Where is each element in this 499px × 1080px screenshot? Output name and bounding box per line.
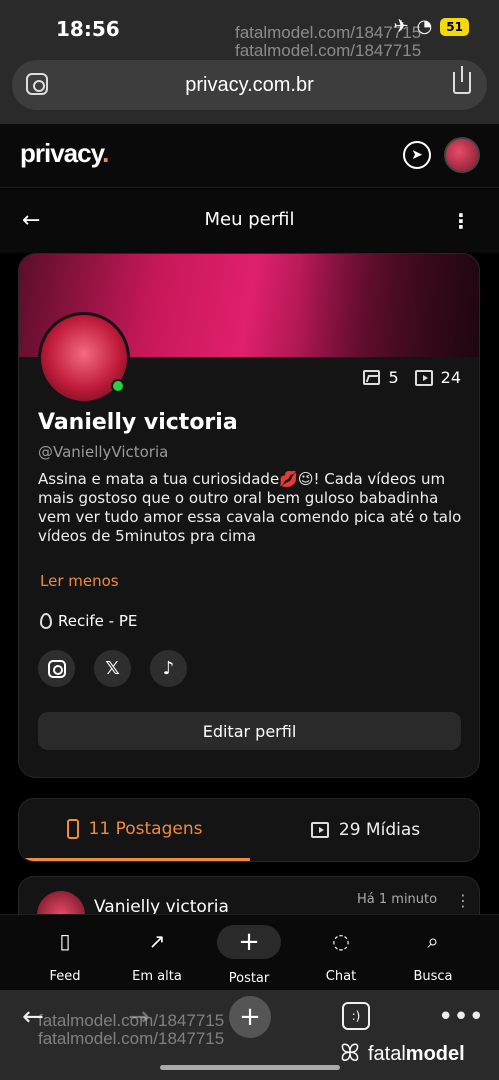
privacy-logo[interactable]: privacy. [20,138,109,169]
post-time: Há 1 minuto [357,892,438,907]
phone-icon [66,818,79,839]
tab-media[interactable]: 29 Mídias [250,799,479,861]
profile-card: 5 24 Vanielly victoria @VaniellyVictoria… [18,253,480,778]
post-options-icon[interactable]: ⋮ [455,891,471,910]
search-icon: ⌕ [427,929,439,953]
browser-chrome: 18:56 fatalmodel.com/1847715 fatalmodel.… [0,0,499,124]
phone-icon: ▯ [59,929,71,953]
video-icon [414,369,433,386]
bottom-nav: ▯ Feed ↗ Em alta + Postar ◌ Chat ⌕ Busca [0,914,499,990]
instagram-icon[interactable] [38,650,75,687]
butterfly-icon: ꕤ [340,1040,360,1067]
content-tabs: 11 Postagens 29 Mídias [18,798,480,862]
profile-bio: Assina e mata a tua curiosidade💋😉! Cada … [38,470,462,545]
trending-icon: ↗ [148,929,166,953]
more-options-icon[interactable]: ⋮ [451,209,471,233]
status-time: 18:56 [56,17,120,41]
social-links: 𝕏 ♪ [38,650,187,687]
fatalmodel-logo: ꕤ fatalmodel [340,1040,465,1067]
profile-stats: 5 24 [363,368,461,387]
browser-toolbar: ← → + :) ••• fatalmodel.com/1847715 fata… [0,990,499,1080]
tab-posts[interactable]: 11 Postagens [19,799,250,861]
video-icon [310,822,329,838]
online-status-dot [111,379,125,393]
new-tab-icon[interactable]: + [229,996,271,1038]
browser-menu-icon[interactable]: ••• [438,1002,484,1032]
profile-name: Vanielly victoria [38,410,238,435]
nav-post[interactable]: + Postar [204,925,294,986]
edit-profile-button[interactable]: Editar perfil [38,712,461,750]
read-less-link[interactable]: Ler menos [40,572,119,590]
photos-stat: 5 [363,368,399,387]
compass-icon[interactable]: ➤ [403,141,431,169]
image-icon [363,370,381,385]
x-icon[interactable]: 𝕏 [94,650,131,687]
battery-indicator: 51 [440,17,469,36]
url-text[interactable]: privacy.com.br [185,74,314,97]
nav-search[interactable]: ⌕ Busca [388,925,478,984]
home-indicator [160,1065,340,1070]
videos-stat: 24 [414,368,461,387]
tiktok-icon[interactable]: ♪ [150,650,187,687]
status-icons: ✈ ◔ 51 [393,16,469,37]
share-icon[interactable] [453,66,471,94]
wifi-icon: ◔ [416,16,433,37]
nav-feed[interactable]: ▯ Feed [20,925,110,984]
profile-location: Recife - PE [40,612,137,630]
airplane-icon: ✈ [393,16,409,37]
header-avatar[interactable] [444,137,480,173]
page-settings-icon[interactable] [26,73,48,95]
nav-chat[interactable]: ◌ Chat [296,925,386,984]
page-title: Meu perfil [204,209,295,230]
tabs-icon[interactable]: :) [342,1002,370,1030]
address-bar[interactable]: privacy.com.br [12,60,487,110]
plus-icon: + [217,925,281,959]
sub-header: ← Meu perfil ⋮ [0,189,499,253]
chat-icon: ◌ [332,929,350,953]
profile-handle: @VaniellyVictoria [38,443,169,461]
watermark-bottom: fatalmodel.com/1847715 fatalmodel.com/18… [38,1011,225,1048]
app-header: privacy. ➤ [0,124,499,188]
location-pin-icon [40,613,52,629]
nav-trending[interactable]: ↗ Em alta [112,925,202,984]
